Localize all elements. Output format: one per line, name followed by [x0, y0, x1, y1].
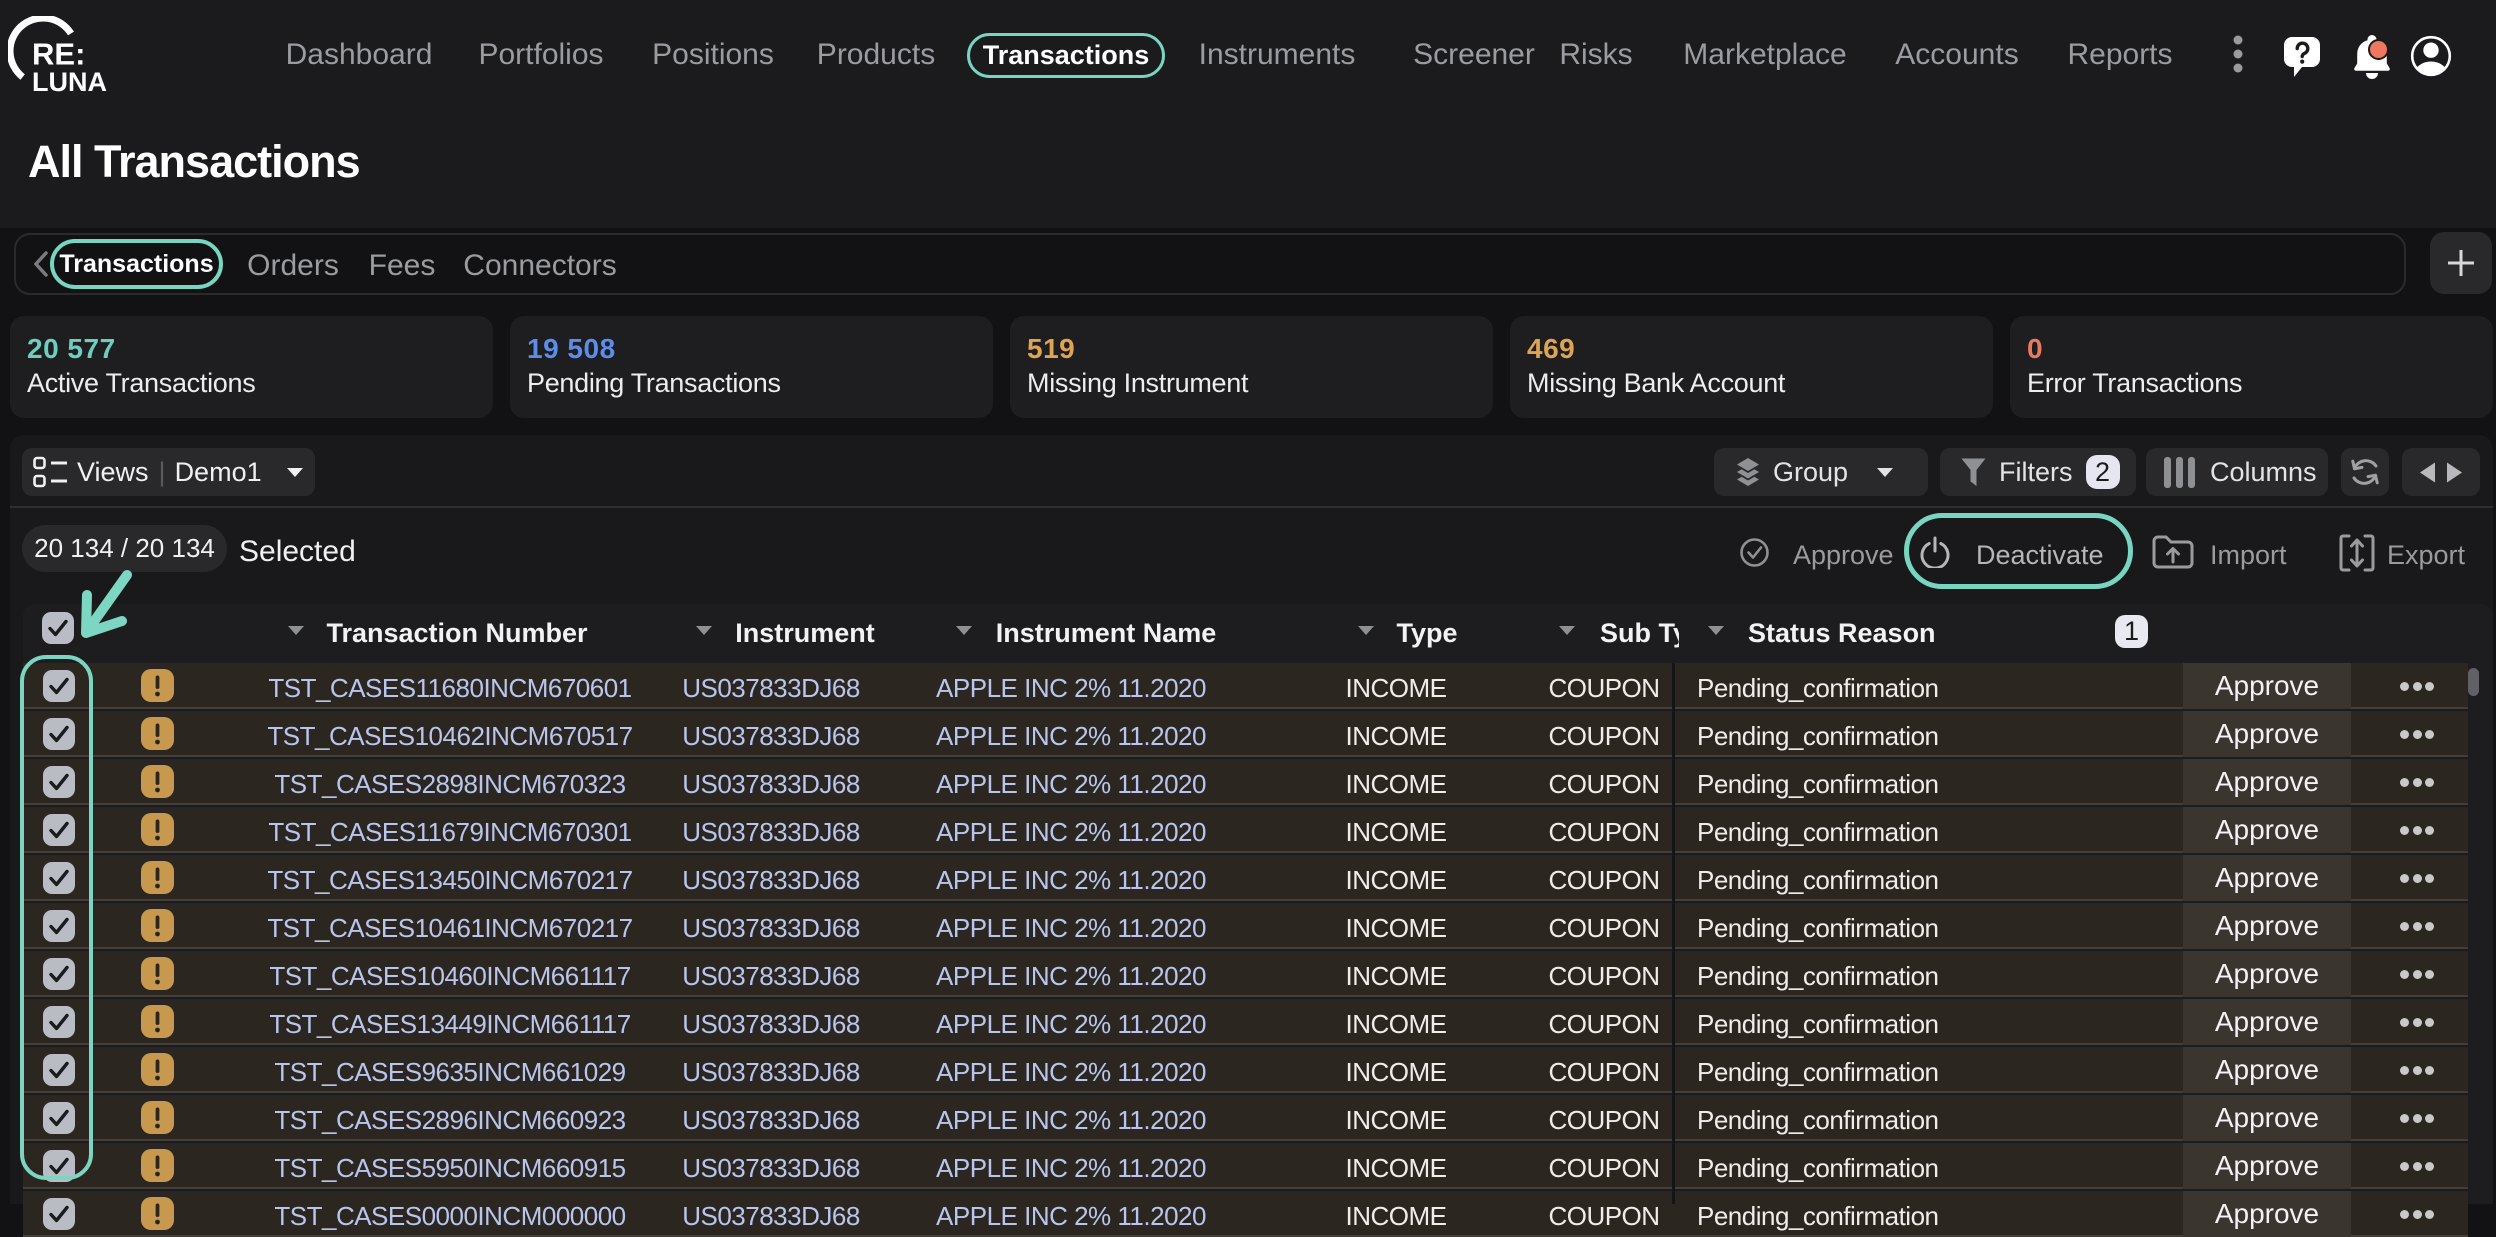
svg-text:LUNA: LUNA: [32, 67, 107, 97]
